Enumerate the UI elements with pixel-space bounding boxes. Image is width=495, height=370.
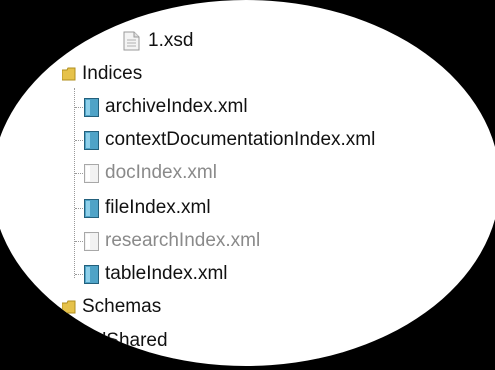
tree-item-calshared-folder[interactable]: calShared bbox=[62, 326, 168, 356]
tree-item-label: docIndex.xml bbox=[105, 162, 217, 183]
folder-icon bbox=[62, 334, 76, 348]
tree-item-label: Indices bbox=[82, 63, 143, 84]
file-tree: 1.xsd Indices archiveIndex.xml contextDo… bbox=[0, 0, 495, 366]
tree-item-label: contextDocumentationIndex.xml bbox=[105, 129, 376, 150]
xml-file-icon bbox=[84, 198, 99, 218]
tree-item-label: researchIndex.xml bbox=[105, 230, 261, 251]
tree-item-label: fileIndex.xml bbox=[105, 197, 211, 218]
tree-item-label: calShared bbox=[82, 330, 168, 351]
tree-branch-line bbox=[75, 240, 83, 242]
folder-icon bbox=[62, 300, 76, 314]
tree-branch-line bbox=[75, 273, 83, 275]
xml-file-icon bbox=[84, 264, 99, 284]
xml-file-icon bbox=[84, 97, 99, 117]
folder-icon bbox=[62, 67, 76, 81]
tree-branch-line bbox=[75, 207, 83, 209]
tree-item-label: Schemas bbox=[82, 296, 162, 317]
screenshot-frame: 1.xsd Indices archiveIndex.xml contextDo… bbox=[0, 0, 495, 370]
tree-item-schemas-folder[interactable]: Schemas bbox=[62, 292, 161, 322]
tree-item-docindex[interactable]: docIndex.xml bbox=[75, 158, 217, 188]
xml-file-disabled-icon bbox=[84, 163, 99, 183]
tree-branch-line bbox=[75, 139, 83, 141]
tree-item-label: archiveIndex.xml bbox=[105, 96, 248, 117]
tree-branch-line bbox=[75, 172, 83, 174]
tree-item-fileindex[interactable]: fileIndex.xml bbox=[75, 193, 211, 223]
tree-item-researchindex[interactable]: researchIndex.xml bbox=[75, 226, 260, 256]
tree-item-contextdocumentationindex[interactable]: contextDocumentationIndex.xml bbox=[75, 125, 375, 155]
xml-file-disabled-icon bbox=[84, 231, 99, 251]
tree-item-label: 1.xsd bbox=[148, 30, 194, 51]
tree-item-archiveindex[interactable]: archiveIndex.xml bbox=[75, 92, 248, 122]
tree-item-tableindex[interactable]: tableIndex.xml bbox=[75, 259, 228, 289]
magnifier-lens: 1.xsd Indices archiveIndex.xml contextDo… bbox=[0, 0, 495, 366]
tree-branch-line bbox=[75, 106, 83, 108]
tree-item-1-xsd[interactable]: 1.xsd bbox=[123, 26, 193, 56]
tree-item-label: tableIndex.xml bbox=[105, 263, 228, 284]
tree-item-indices-folder[interactable]: Indices bbox=[62, 59, 142, 89]
xml-file-icon bbox=[84, 130, 99, 150]
document-icon bbox=[123, 31, 140, 51]
